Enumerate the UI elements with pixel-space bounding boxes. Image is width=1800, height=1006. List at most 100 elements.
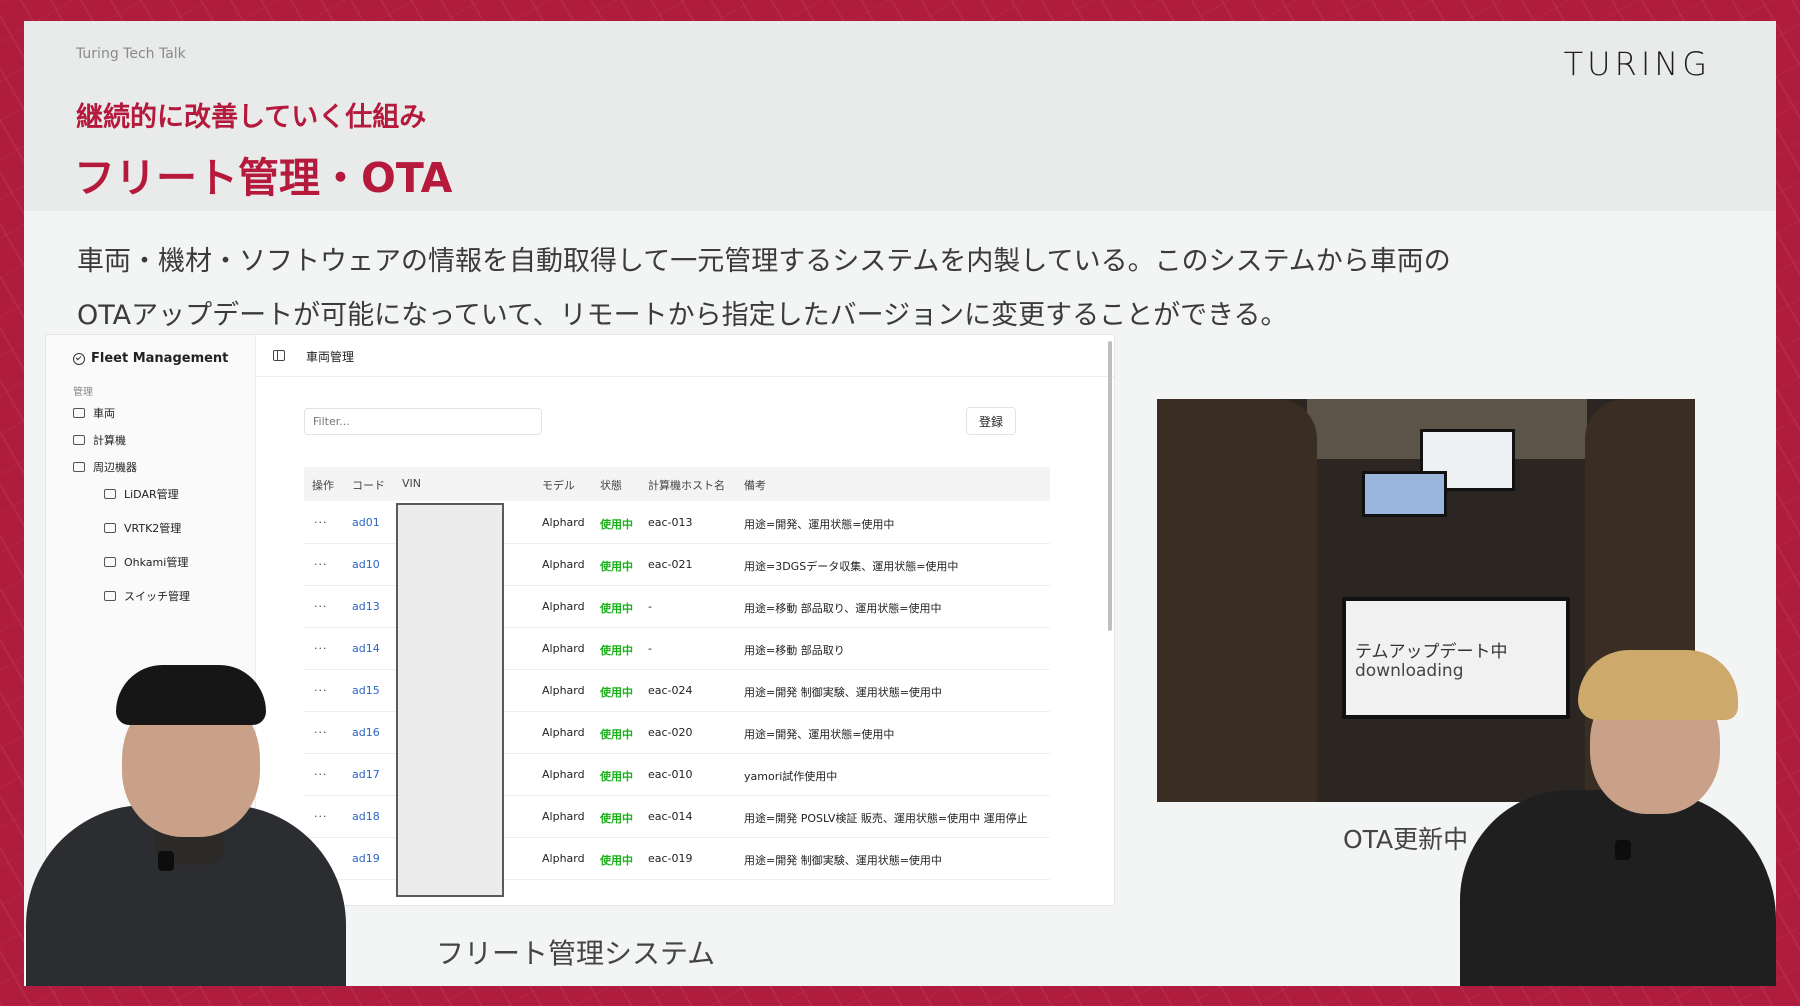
vehicle-code-link[interactable]: ad13 — [352, 600, 380, 613]
row-actions-button[interactable]: ··· — [314, 642, 328, 655]
car-icon — [73, 408, 85, 418]
ota-caption: OTA更新中 — [1343, 825, 1469, 854]
column-header[interactable]: コード — [352, 477, 385, 493]
navigation-screen — [1362, 471, 1447, 517]
vehicle-model: Alphard — [542, 600, 585, 613]
vehicle-code-link[interactable]: ad17 — [352, 768, 380, 781]
column-header[interactable]: 操作 — [312, 477, 334, 493]
monitor-status: downloading — [1355, 661, 1464, 681]
slide-subtitle: 継続的に改善していく仕組み — [76, 102, 427, 133]
sidebar-item-ohkami[interactable]: Ohkami管理 — [104, 554, 188, 570]
check-circle-icon — [73, 352, 85, 365]
brand[interactable]: Fleet Management — [73, 351, 228, 366]
presenter-right — [1460, 650, 1776, 986]
device-icon — [104, 557, 116, 567]
vehicle-code-link[interactable]: ad18 — [352, 810, 380, 823]
computer-host: - — [648, 600, 652, 613]
column-header[interactable]: VIN — [402, 477, 421, 490]
vehicle-note: 用途=移動 部品取り、運用状態=使用中 — [744, 602, 942, 615]
network-icon — [104, 591, 116, 601]
vehicle-note: 用途=開発 制御実験、運用状態=使用中 — [744, 854, 942, 867]
event-name: Turing Tech Talk — [76, 46, 186, 62]
scrollbar[interactable] — [1108, 341, 1112, 631]
breadcrumb: 車両管理 — [306, 350, 355, 364]
vehicle-code-link[interactable]: ad19 — [352, 852, 380, 865]
sidebar-item-label: VRTK2管理 — [124, 522, 182, 535]
vehicle-code-link[interactable]: ad10 — [352, 558, 380, 571]
sidebar-item-label: Ohkami管理 — [124, 556, 189, 569]
sidebar-item-label: 周辺機器 — [93, 461, 137, 474]
vehicle-note: yamori試作使用中 — [744, 770, 838, 783]
vehicle-model: Alphard — [542, 768, 585, 781]
vehicle-note: 用途=開発 POSLV検証 販売、運用状態=使用中 運用停止 — [744, 812, 1028, 825]
left-seat — [1157, 399, 1317, 802]
vehicle-model: Alphard — [542, 810, 585, 823]
vehicle-model: Alphard — [542, 516, 585, 529]
sidebar-item-lidar[interactable]: LiDAR管理 — [104, 486, 179, 502]
vehicle-model: Alphard — [542, 558, 585, 571]
vehicle-note: 用途=開発、運用状態=使用中 — [744, 518, 895, 531]
computer-host: eac-014 — [648, 810, 693, 823]
server-icon — [73, 435, 85, 445]
brand-label: Fleet Management — [91, 351, 229, 366]
sidebar-item-vrtk2[interactable]: VRTK2管理 — [104, 520, 181, 536]
computer-host: eac-024 — [648, 684, 693, 697]
vehicle-code-link[interactable]: ad14 — [352, 642, 380, 655]
sidebar-item-label: スイッチ管理 — [124, 590, 190, 603]
vehicle-note: 用途=3DGSデータ収集、運用状態=使用中 — [744, 560, 959, 573]
vehicle-code-link[interactable]: ad15 — [352, 684, 380, 697]
sidebar-group-label: 管理 — [73, 387, 93, 398]
sidebar-item-peripherals[interactable]: 周辺機器 — [73, 459, 137, 475]
sidebar-toggle-icon[interactable] — [273, 350, 285, 361]
table-header: 操作 コード VIN モデル 状態 計算機ホスト名 備考 — [304, 467, 1050, 501]
slide-description: 車両・機材・ソフトウェアの情報を自動取得して一元管理するシステムを内製している。… — [77, 235, 1637, 343]
row-actions-button[interactable]: ··· — [314, 516, 328, 529]
status-badge: 使用中 — [600, 770, 633, 783]
column-header[interactable]: 備考 — [744, 477, 766, 493]
status-badge: 使用中 — [600, 686, 633, 699]
sidebar-item-computers[interactable]: 計算機 — [73, 432, 126, 448]
gnss-icon — [104, 523, 116, 533]
lidar-icon — [104, 489, 116, 499]
row-actions-button[interactable]: ··· — [314, 558, 328, 571]
description-line-1: 車両・機材・ソフトウェアの情報を自動取得して一元管理するシステムを内製している。… — [77, 246, 1451, 277]
vehicle-model: Alphard — [542, 684, 585, 697]
column-header[interactable]: 状態 — [600, 477, 622, 493]
turing-logo: TURING — [1563, 45, 1711, 83]
status-badge: 使用中 — [600, 602, 633, 615]
vin-redaction — [396, 503, 504, 897]
status-badge: 使用中 — [600, 560, 633, 573]
devices-icon — [73, 462, 85, 472]
sidebar-item-label: 計算機 — [93, 434, 126, 447]
vehicle-model: Alphard — [542, 726, 585, 739]
sidebar-item-label: LiDAR管理 — [124, 488, 179, 501]
presenter-left — [26, 665, 346, 986]
computer-host: eac-021 — [648, 558, 693, 571]
vehicle-note: 用途=開発 制御実験、運用状態=使用中 — [744, 686, 942, 699]
status-badge: 使用中 — [600, 728, 633, 741]
computer-host: eac-010 — [648, 768, 693, 781]
sidebar-item-vehicles[interactable]: 車両 — [73, 405, 115, 421]
column-header[interactable]: 計算機ホスト名 — [648, 477, 725, 493]
fleet-caption: フリート管理システム — [436, 937, 716, 970]
register-button[interactable]: 登録 — [966, 407, 1016, 435]
vehicle-note: 用途=移動 部品取り — [744, 644, 845, 657]
computer-host: eac-020 — [648, 726, 693, 739]
computer-host: eac-013 — [648, 516, 693, 529]
status-badge: 使用中 — [600, 854, 633, 867]
status-badge: 使用中 — [600, 812, 633, 825]
sidebar-item-label: 車両 — [93, 407, 115, 420]
vehicle-model: Alphard — [542, 852, 585, 865]
vehicle-code-link[interactable]: ad01 — [352, 516, 380, 529]
computer-host: - — [648, 642, 652, 655]
vehicle-code-link[interactable]: ad16 — [352, 726, 380, 739]
slide-title: フリート管理・OTA — [74, 154, 453, 202]
vehicle-model: Alphard — [542, 642, 585, 655]
filter-input[interactable] — [304, 408, 542, 435]
computer-host: eac-019 — [648, 852, 693, 865]
sidebar-item-switch[interactable]: スイッチ管理 — [104, 588, 190, 604]
column-header[interactable]: モデル — [542, 477, 575, 493]
row-actions-button[interactable]: ··· — [314, 600, 328, 613]
status-badge: 使用中 — [600, 644, 633, 657]
status-badge: 使用中 — [600, 518, 633, 531]
